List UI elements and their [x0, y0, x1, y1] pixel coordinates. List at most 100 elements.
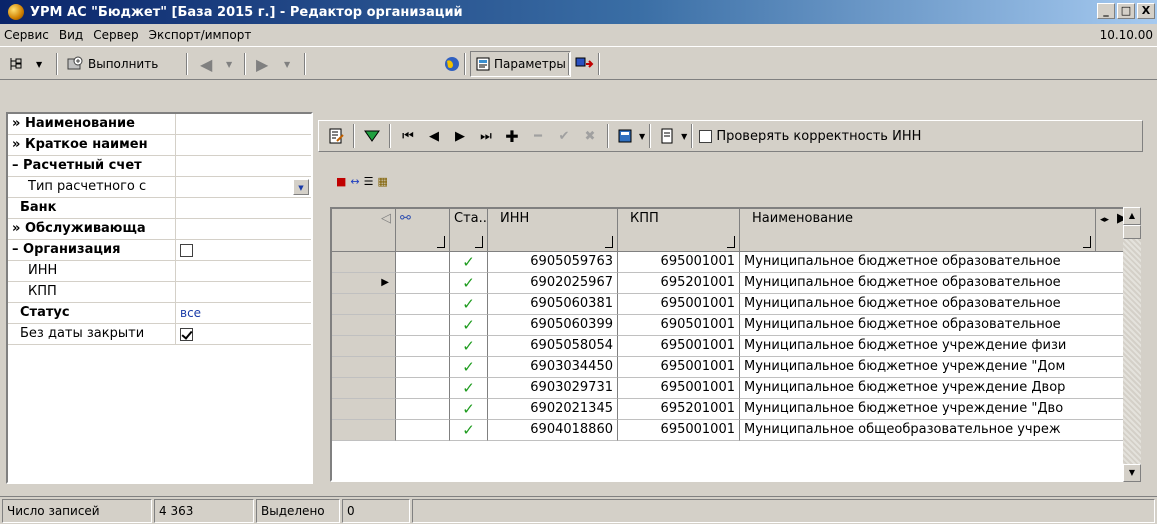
prop-value[interactable] — [176, 324, 311, 344]
row-selector[interactable] — [332, 252, 396, 273]
prop-row-short-name[interactable]: » Краткое наимен — [8, 135, 311, 156]
kpp-column-header[interactable]: КПП — [618, 209, 740, 252]
menu-server[interactable]: Сервер — [88, 28, 143, 42]
back-dropdown-button[interactable]: ▼ — [226, 51, 232, 77]
status-column-header[interactable]: Ста.. — [450, 209, 488, 252]
prop-value[interactable] — [176, 156, 311, 176]
table-row[interactable]: ✓ 6905059763 695001001 Муниципальное бюджет… — [332, 252, 1134, 273]
kpp-cell: 695001001 — [618, 252, 740, 273]
table-row[interactable]: ✓ 6903029731 695001001 Муниципальное бюджет… — [332, 378, 1134, 399]
first-record-icon[interactable]: ⏮ — [397, 125, 419, 147]
prop-value[interactable] — [176, 219, 311, 239]
bookmark-icon[interactable]: ■ — [336, 175, 346, 193]
export-icon[interactable] — [615, 125, 637, 147]
menu-service[interactable]: Сервис — [0, 28, 54, 42]
link-icon[interactable]: ↔ — [350, 175, 359, 193]
inn-field[interactable] — [176, 261, 311, 281]
table-row[interactable]: ✓ 6905058054 695001001 Муниципальное бюджет… — [332, 336, 1134, 357]
row-selector[interactable] — [332, 357, 396, 378]
back-button[interactable]: ◀ — [200, 51, 212, 77]
print-icon[interactable] — [657, 125, 679, 147]
prop-value[interactable] — [176, 240, 311, 260]
prop-value[interactable] — [176, 114, 311, 134]
last-record-icon[interactable]: ⏭ — [475, 125, 497, 147]
name-cell: Муниципальное бюджетное учреждение "Дом — [740, 357, 1134, 378]
next-record-icon[interactable]: ▶ — [449, 125, 471, 147]
tree-button[interactable] — [8, 51, 24, 77]
name-cell: Муниципальное бюджетное учреждение "Дво — [740, 399, 1134, 420]
row-selector[interactable] — [332, 336, 396, 357]
check-inn-checkbox[interactable] — [699, 129, 713, 143]
confirm-icon[interactable]: ✔ — [553, 125, 575, 147]
prop-row-inn[interactable]: ИНН — [8, 261, 311, 282]
organization-checkbox[interactable] — [180, 244, 193, 257]
row-selector[interactable] — [332, 399, 396, 420]
row-selector[interactable] — [332, 294, 396, 315]
kpp-field[interactable] — [176, 282, 311, 302]
row-selector[interactable] — [332, 315, 396, 336]
scroll-up-button[interactable]: ▲ — [1123, 207, 1141, 225]
link-cell — [396, 357, 450, 378]
maximize-button[interactable]: □ — [1117, 3, 1135, 19]
toolbar-separator — [607, 124, 609, 148]
scroll-down-button[interactable]: ▼ — [1123, 464, 1141, 482]
prop-row-service[interactable]: » Обслуживающа — [8, 219, 311, 240]
delete-icon[interactable]: ━ — [527, 125, 549, 147]
chevron-down-icon[interactable]: ▼ — [681, 132, 687, 141]
status-value[interactable]: все — [176, 303, 311, 323]
prop-row-no-close-date[interactable]: Без даты закрыти — [8, 324, 311, 345]
forward-dropdown-button[interactable]: ▼ — [284, 51, 290, 77]
prop-value[interactable] — [176, 198, 311, 218]
refresh-button[interactable] — [442, 51, 462, 77]
no-close-date-checkbox[interactable] — [180, 328, 193, 341]
tree-dropdown-button[interactable]: ▼ — [36, 51, 42, 77]
close-button[interactable]: X — [1137, 3, 1155, 19]
vertical-scrollbar[interactable]: ▲ ▼ — [1123, 207, 1141, 482]
chevron-down-icon[interactable]: ▼ — [293, 179, 309, 195]
prev-record-icon[interactable]: ◀ — [423, 125, 445, 147]
prop-row-account[interactable]: – Расчетный счет — [8, 156, 311, 177]
filter-icon[interactable] — [361, 125, 383, 147]
prop-row-status[interactable]: Статус все — [8, 303, 311, 324]
table-row[interactable]: ✓ 6903034450 695001001 Муниципальное бюджет… — [332, 357, 1134, 378]
prop-row-bank[interactable]: Банк — [8, 198, 311, 219]
name-column-header[interactable]: Наименование — [740, 209, 1096, 252]
menu-bar: Сервис Вид Сервер Экспорт/импорт — [0, 24, 1157, 46]
inn-cell: 6904018860 — [488, 420, 618, 441]
row-selector[interactable] — [332, 420, 396, 441]
scroll-thumb[interactable] — [1123, 225, 1141, 239]
minimize-button[interactable]: _ — [1097, 3, 1115, 19]
inn-column-header[interactable]: ИНН — [488, 209, 618, 252]
kpp-cell: 695001001 — [618, 378, 740, 399]
chevron-down-icon[interactable]: ▼ — [639, 132, 645, 141]
prop-row-organization[interactable]: – Организация — [8, 240, 311, 261]
list-icon[interactable]: ☰ — [364, 175, 374, 193]
add-icon[interactable]: ✚ — [501, 125, 523, 147]
prop-row-account-type[interactable]: Тип расчетного с ▼ — [8, 177, 311, 198]
inn-cell: 6903034450 — [488, 357, 618, 378]
table-row[interactable]: ✓ 6904018860 695001001 Муниципальное общеоб… — [332, 420, 1134, 441]
status-spacer — [412, 499, 1155, 523]
account-type-select[interactable]: ▼ — [176, 177, 311, 197]
table-row[interactable]: ▶ ✓ 6902025967 695201001 Муниципальное бюдже… — [332, 273, 1134, 294]
name-cell: Муниципальное бюджетное образовательное — [740, 273, 1134, 294]
table-row[interactable]: ✓ 6902021345 695201001 Муниципальное бюджет… — [332, 399, 1134, 420]
cancel-icon[interactable]: ✖ — [579, 125, 601, 147]
prop-value[interactable] — [176, 135, 311, 155]
table-row[interactable]: ✓ 6905060381 695001001 Муниципальное бюджет… — [332, 294, 1134, 315]
exit-button[interactable] — [574, 51, 596, 77]
edit-icon[interactable] — [325, 125, 347, 147]
menu-export-import[interactable]: Экспорт/импорт — [144, 28, 257, 42]
execute-button[interactable]: Выполнить — [66, 51, 158, 77]
columns-icon[interactable]: ▦ — [378, 175, 388, 193]
table-row[interactable]: ✓ 6905060399 690501001 Муниципальное бюджет… — [332, 315, 1134, 336]
row-selector[interactable] — [332, 378, 396, 399]
params-button[interactable]: Параметры — [470, 51, 571, 77]
menu-view[interactable]: Вид — [54, 28, 88, 42]
row-selector[interactable]: ▶ — [332, 273, 396, 294]
prop-label: Без даты закрыти — [8, 324, 176, 344]
prop-row-kpp[interactable]: КПП — [8, 282, 311, 303]
forward-button[interactable]: ▶ — [256, 51, 268, 77]
link-column-header[interactable]: ⚯ — [396, 209, 450, 252]
prop-row-name[interactable]: » Наименование — [8, 114, 311, 135]
